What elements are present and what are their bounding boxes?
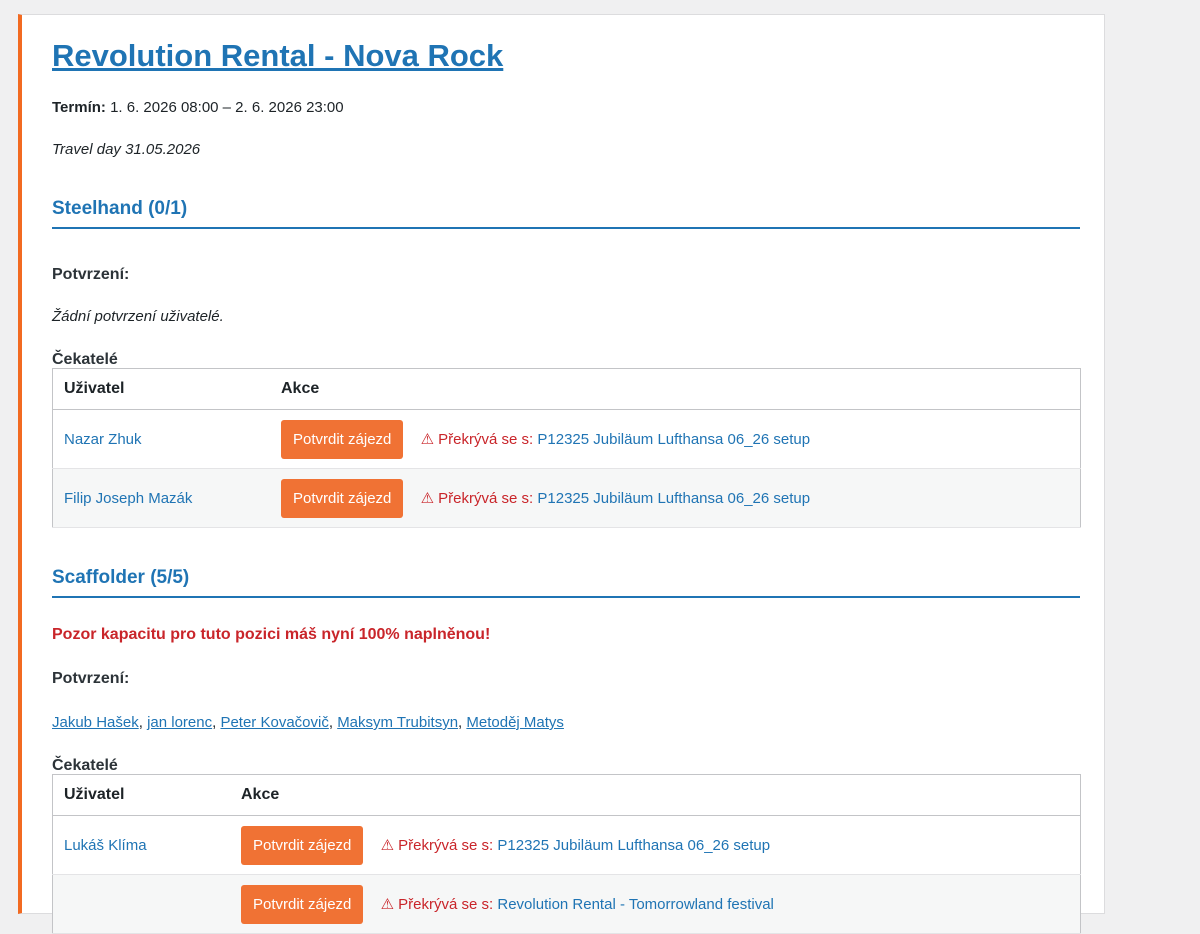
- column-header-action: Akce: [230, 774, 1081, 816]
- overlap-event-link[interactable]: P12325 Jubiläum Lufthansa 06_26 setup: [497, 837, 770, 854]
- user-link[interactable]: Nazar Zhuk: [64, 431, 142, 448]
- action-cell: Potvrdit zájezd ⚠ Překrývá se s: P12325 …: [270, 468, 1081, 528]
- overlap-prefix: ⚠ Překrývá se s:: [420, 490, 534, 507]
- action-cell: Potvrdit zájezd ⚠ Překrývá se s: Revolut…: [230, 874, 1081, 934]
- user-cell: Lukáš Klíma: [52, 815, 230, 875]
- confirmed-label: Potvrzení:: [52, 670, 130, 687]
- confirm-trip-button[interactable]: Potvrdit zájezd: [281, 478, 404, 518]
- user-cell: Nazar Zhuk: [52, 409, 270, 469]
- overlap-prefix: ⚠ Překrývá se s:: [380, 837, 494, 854]
- confirm-trip-button[interactable]: Potvrdit zájezd: [281, 419, 404, 459]
- table-row: Nazar Zhuk Potvrdit zájezd ⚠ Překrývá se…: [52, 409, 1081, 469]
- term-value: 1. 6. 2026 08:00 – 2. 6. 2026 23:00: [110, 99, 344, 116]
- confirm-trip-button[interactable]: Potvrdit zájezd: [241, 825, 364, 865]
- confirm-trip-button[interactable]: Potvrdit zájezd: [241, 884, 364, 924]
- event-panel: Revolution Rental - Nova Rock Termín: 1.…: [18, 14, 1105, 934]
- event-title-link[interactable]: Revolution Rental - Nova Rock: [52, 38, 503, 74]
- column-header-user: Uživatel: [52, 774, 230, 816]
- waiters-table-steelhand: Uživatel Akce Nazar Zhuk Potvrdit zájezd…: [52, 368, 1081, 528]
- list-separator: ,: [138, 714, 148, 731]
- table-row: Lukáš Klíma Potvrdit zájezd ⚠ Překrývá s…: [52, 815, 1081, 875]
- confirmed-user-link[interactable]: Metoděj Matys: [466, 714, 564, 731]
- section-heading-scaffolder: Scaffolder (5/5): [52, 567, 1080, 598]
- overlap-warning: ⚠ Překrývá se s: P12325 Jubiläum Lufthan…: [381, 836, 771, 854]
- confirmed-label: Potvrzení:: [52, 266, 130, 283]
- overlap-prefix: ⚠ Překrývá se s:: [380, 896, 494, 913]
- confirmed-user-link[interactable]: Jakub Hašek: [52, 714, 139, 731]
- confirmed-user-link[interactable]: jan lorenc: [147, 714, 212, 731]
- table-row: Potvrdit zájezd ⚠ Překrývá se s: Revolut…: [52, 874, 1081, 934]
- overlap-warning: ⚠ Překrývá se s: P12325 Jubiläum Lufthan…: [421, 489, 811, 507]
- waiters-table-scaffolder: Uživatel Akce Lukáš Klíma Potvrdit zájez…: [52, 774, 1081, 934]
- table-header-row: Uživatel Akce: [52, 368, 1081, 410]
- no-confirmed-note: Žádní potvrzení uživatelé.: [52, 308, 224, 325]
- column-header-user: Uživatel: [52, 368, 270, 410]
- list-separator: ,: [328, 714, 338, 731]
- table-row: Filip Joseph Mazák Potvrdit zájezd ⚠ Pře…: [52, 468, 1081, 528]
- capacity-warning: Pozor kapacitu pro tuto pozici máš nyní …: [52, 626, 491, 643]
- overlap-event-link[interactable]: P12325 Jubiläum Lufthansa 06_26 setup: [537, 431, 810, 448]
- user-cell: [52, 874, 230, 934]
- event-term: Termín: 1. 6. 2026 08:00 – 2. 6. 2026 23…: [52, 99, 344, 116]
- action-cell: Potvrdit zájezd ⚠ Překrývá se s: P12325 …: [270, 409, 1081, 469]
- section-heading-steelhand: Steelhand (0/1): [52, 198, 1080, 229]
- user-link[interactable]: Filip Joseph Mazák: [64, 490, 192, 507]
- user-cell: Filip Joseph Mazák: [52, 468, 270, 528]
- confirmed-users-list: Jakub Hašek, jan lorenc, Peter Kovačovič…: [52, 714, 564, 731]
- overlap-prefix: ⚠ Překrývá se s:: [420, 431, 534, 448]
- overlap-warning: ⚠ Překrývá se s: Revolution Rental - Tom…: [381, 895, 774, 913]
- overlap-warning: ⚠ Překrývá se s: P12325 Jubiläum Lufthan…: [421, 430, 811, 448]
- action-cell: Potvrdit zájezd ⚠ Překrývá se s: P12325 …: [230, 815, 1081, 875]
- user-link[interactable]: Lukáš Klíma: [64, 837, 147, 854]
- waiters-label: Čekatelé: [52, 351, 118, 368]
- term-label: Termín:: [52, 99, 106, 116]
- waiters-label: Čekatelé: [52, 757, 118, 774]
- confirmed-user-link[interactable]: Peter Kovačovič: [220, 714, 328, 731]
- table-header-row: Uživatel Akce: [52, 774, 1081, 816]
- overlap-event-link[interactable]: P12325 Jubiläum Lufthansa 06_26 setup: [537, 490, 810, 507]
- column-header-action: Akce: [270, 368, 1081, 410]
- overlap-event-link[interactable]: Revolution Rental - Tomorrowland festiva…: [497, 896, 774, 913]
- travel-note: Travel day 31.05.2026: [52, 141, 201, 158]
- confirmed-user-link[interactable]: Maksym Trubitsyn: [337, 714, 458, 731]
